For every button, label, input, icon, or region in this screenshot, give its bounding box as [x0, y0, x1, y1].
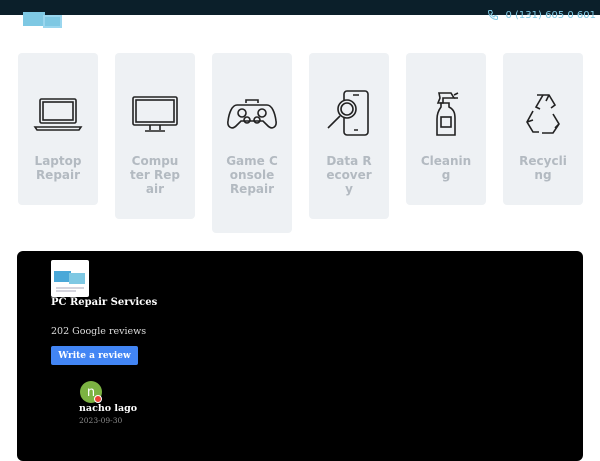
services-grid: Laptop Repair Computer Repair Game Conso…	[18, 53, 583, 238]
service-label: Data Recovery	[326, 154, 372, 196]
phone-number: 0 (131) 605 0 601	[505, 9, 596, 21]
monitors-logo-icon	[54, 271, 85, 292]
laptop-icon	[33, 98, 83, 131]
google-reviews-widget: PC Repair Services 202 Google reviews Wr…	[17, 251, 583, 461]
recycle-icon	[526, 94, 560, 134]
service-card-console[interactable]: Game Console Repair	[212, 53, 292, 233]
reviewer-name[interactable]: nacho lago	[79, 403, 137, 414]
service-card-recycling[interactable]: Recycling	[503, 53, 583, 205]
review-date: 2023-09-30	[79, 416, 123, 425]
service-label: Cleaning	[420, 154, 472, 182]
service-label: Recycling	[519, 154, 567, 182]
google-badge-icon	[94, 395, 102, 403]
business-logo	[51, 260, 89, 297]
service-card-laptop[interactable]: Laptop Repair	[18, 53, 98, 205]
write-review-button[interactable]: Write a review	[51, 346, 138, 365]
monitors-logo-icon[interactable]	[23, 10, 63, 30]
service-card-cleaning[interactable]: Cleaning	[406, 53, 486, 205]
service-card-computer[interactable]: Computer Repair	[115, 53, 195, 219]
monitor-icon	[132, 96, 178, 132]
review-count[interactable]: 202 Google reviews	[51, 326, 146, 337]
spray-bottle-icon	[436, 92, 459, 136]
service-label: Game Console Repair	[226, 154, 278, 196]
business-name: PC Repair Services	[51, 297, 158, 308]
gamepad-icon	[227, 99, 277, 129]
service-label: Laptop Repair	[34, 154, 82, 182]
phone-icon	[488, 10, 499, 21]
phone-search-icon	[327, 90, 369, 136]
service-card-data-recovery[interactable]: Data Recovery	[309, 53, 389, 219]
service-label: Computer Repair	[130, 154, 180, 196]
header-phone[interactable]: 0 (131) 605 0 601	[487, 9, 596, 21]
